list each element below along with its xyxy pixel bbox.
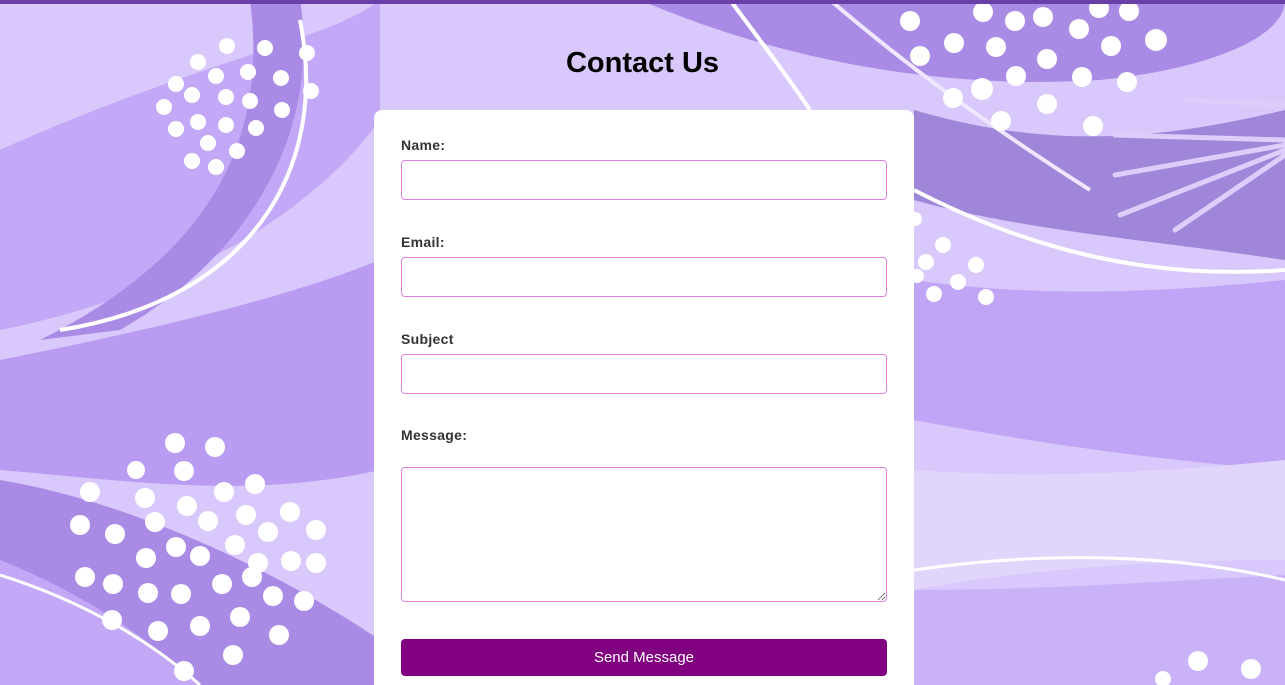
email-input[interactable] bbox=[401, 257, 887, 297]
contact-form: Name: Email: Subject Message: Send Messa… bbox=[374, 110, 914, 685]
message-textarea[interactable] bbox=[401, 467, 887, 602]
name-input[interactable] bbox=[401, 160, 887, 200]
subject-label: Subject bbox=[401, 331, 454, 347]
subject-input[interactable] bbox=[401, 354, 887, 394]
name-label: Name: bbox=[401, 137, 446, 153]
top-accent-bar bbox=[0, 0, 1285, 4]
page-title: Contact Us bbox=[565, 47, 720, 79]
send-message-button[interactable]: Send Message bbox=[401, 639, 887, 676]
email-label: Email: bbox=[401, 234, 445, 250]
message-label: Message: bbox=[401, 427, 468, 443]
